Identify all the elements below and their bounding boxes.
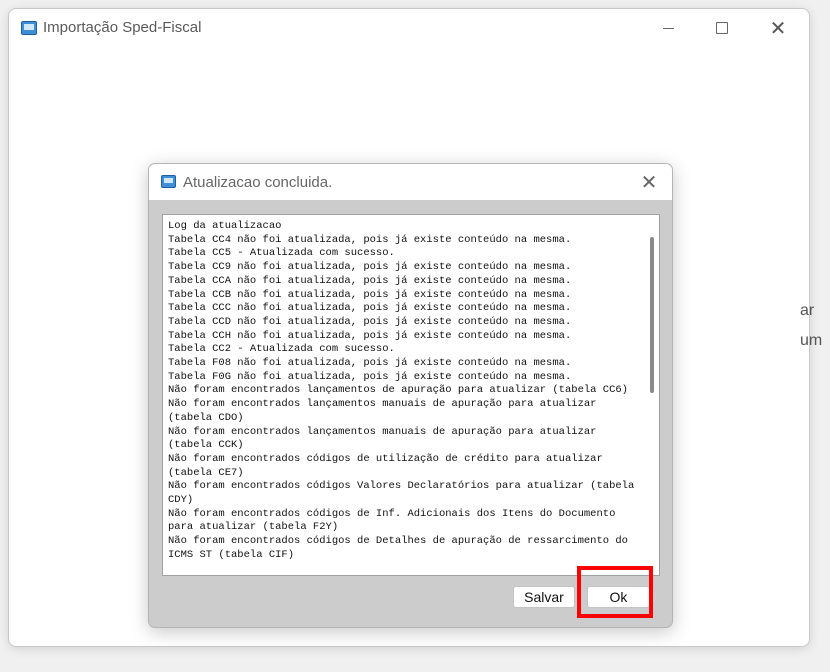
log-scroll-thumb[interactable] xyxy=(650,237,654,393)
log-line: Não foram encontrados códigos de utiliza… xyxy=(168,452,603,479)
dialog-close-button[interactable]: ✕ xyxy=(634,168,664,196)
log-line: Tabela CCA não foi atualizada, pois já e… xyxy=(168,274,572,287)
save-button[interactable]: Salvar xyxy=(513,586,575,608)
background-partial-text: um xyxy=(800,332,823,349)
close-icon: ✕ xyxy=(769,17,787,40)
log-line: Tabela CC4 não foi atualizada, pois já e… xyxy=(168,233,572,246)
background-partial-text: ar xyxy=(800,302,815,319)
log-line: Tabela F08 não foi atualizada, pois já e… xyxy=(168,357,572,370)
log-scrollbar[interactable] xyxy=(645,215,659,575)
update-log-textarea[interactable]: Log da atualizacao Tabela CC4 não foi at… xyxy=(162,214,660,576)
log-line: Tabela CCD não foi atualizada, pois já e… xyxy=(168,315,572,328)
log-line: Tabela CCC não foi atualizada, pois já e… xyxy=(168,302,572,315)
app-window-icon xyxy=(21,21,37,35)
log-line: Tabela CCH não foi atualizada, pois já e… xyxy=(168,329,572,342)
main-titlebar: Importação Sped-Fiscal ✕ xyxy=(9,9,809,47)
window-title: Importação Sped-Fiscal xyxy=(43,19,202,36)
minimize-icon xyxy=(662,27,674,29)
dialog-window-icon xyxy=(161,175,176,188)
log-line: Não foram encontrados lançamentos manuai… xyxy=(168,398,597,424)
close-icon: ✕ xyxy=(640,171,658,194)
log-line: Não foram encontrados códigos Valores De… xyxy=(168,480,635,507)
log-line: Tabela CC9 não foi atualizada, pois já e… xyxy=(168,261,572,274)
log-line: Não foram encontrados códigos de Detalhe… xyxy=(168,535,628,561)
log-line: Não foram encontrados códigos de Inf. Ad… xyxy=(168,507,616,534)
log-line: Tabela CC2 - Atualizada com sucesso. xyxy=(168,343,395,356)
dialog-title: Atualizacao concluida. xyxy=(183,174,333,191)
log-line: Não foram encontrados lançamentos de apu… xyxy=(168,384,628,397)
ok-button-highlight xyxy=(577,566,653,618)
close-button[interactable]: ✕ xyxy=(755,9,801,47)
maximize-button[interactable] xyxy=(699,9,745,47)
log-line: Log da atualizacao xyxy=(168,220,282,232)
log-line: Tabela CC5 - Atualizada com sucesso. xyxy=(168,247,395,260)
log-line: Tabela F0G não foi atualizada, pois já e… xyxy=(168,370,572,383)
dialog-titlebar: Atualizacao concluida. ✕ xyxy=(149,164,672,200)
update-log-text: Log da atualizacao Tabela CC4 não foi at… xyxy=(168,220,640,563)
maximize-icon xyxy=(716,22,728,34)
log-line: Não foram encontrados lançamentos manuai… xyxy=(168,425,597,452)
log-line: Tabela CCB não foi atualizada, pois já e… xyxy=(168,288,572,301)
update-complete-dialog: Atualizacao concluida. ✕ Log da atualiza… xyxy=(148,163,673,628)
minimize-button[interactable] xyxy=(645,9,691,47)
